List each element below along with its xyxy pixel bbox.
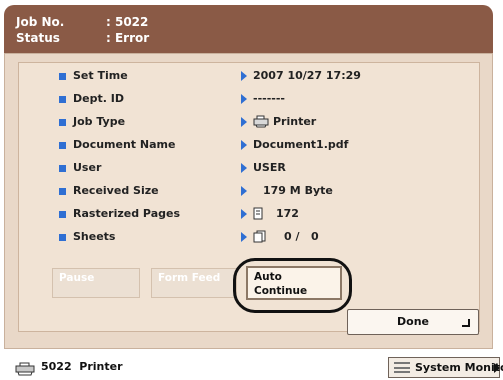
job-status-value: : Error [106,31,150,45]
detail-value: 172 [276,207,299,220]
job-header: Job No. : 5022 Status : Error [4,5,493,53]
bullet-icon [59,119,66,126]
detail-label: Rasterized Pages [73,207,180,220]
arrow-right-icon [241,209,247,219]
system-monitor-label: System Monitor [415,361,503,374]
detail-row-dept-id: Dept. ID ------- [19,90,479,108]
printer-icon [253,115,269,131]
pause-button[interactable]: Pause [52,268,140,298]
arrow-right-icon [241,117,247,127]
detail-value: USER [253,161,286,174]
form-feed-button-label: Form Feed [158,272,221,284]
arrow-right-icon [241,71,247,81]
done-button-label: Done [397,315,429,328]
detail-row-user: User USER [19,159,479,177]
job-number-value: : 5022 [106,15,149,29]
detail-label: Dept. ID [73,92,124,105]
sheets-icon [253,230,266,246]
bullet-icon [59,96,66,103]
detail-label: User [73,161,102,174]
triangle-right-icon [494,363,500,373]
arrow-right-icon [241,232,247,242]
bullet-icon [59,73,66,80]
detail-label: Received Size [73,184,159,197]
bullet-icon [59,211,66,218]
detail-value: 0 / 0 [284,230,319,243]
arrow-right-icon [241,94,247,104]
detail-row-set-time: Set Time 2007 10/27 17:29 [19,67,479,85]
detail-value: ------- [253,92,285,105]
form-feed-button[interactable]: Form Feed [151,268,237,298]
detail-label: Set Time [73,69,128,82]
done-button[interactable]: Done [347,309,479,335]
bullet-icon [59,188,66,195]
job-status-label: Status [16,31,60,45]
menu-lines-icon [394,362,410,373]
enter-icon [462,319,470,327]
detail-row-job-type: Job Type Printer [19,113,479,131]
arrow-right-icon [241,140,247,150]
page-icon [253,207,263,223]
job-details-screen: Job No. : 5022 Status : Error Set Time 2… [0,0,503,380]
job-number-label: Job No. [16,15,65,29]
printer-icon [15,361,35,376]
highlight-circle [233,258,352,313]
bullet-icon [59,234,66,241]
detail-value: 2007 10/27 17:29 [253,69,361,82]
detail-label: Sheets [73,230,116,243]
job-status-text: 5022 Printer [41,360,123,373]
arrow-right-icon [241,163,247,173]
arrow-right-icon [241,186,247,196]
detail-value: Printer [273,115,317,128]
detail-row-document-name: Document Name Document1.pdf [19,136,479,154]
detail-value: Document1.pdf [253,138,349,151]
bullet-icon [59,165,66,172]
detail-label: Document Name [73,138,176,151]
detail-value: 179 M Byte [263,184,333,197]
detail-row-received-size: Received Size 179 M Byte [19,182,479,200]
pause-button-label: Pause [59,272,95,284]
detail-label: Job Type [73,115,126,128]
detail-row-rasterized-pages: Rasterized Pages 172 [19,205,479,223]
detail-row-sheets: Sheets 0 / 0 [19,228,479,246]
system-monitor-button[interactable]: System Monitor [388,357,503,378]
bullet-icon [59,142,66,149]
